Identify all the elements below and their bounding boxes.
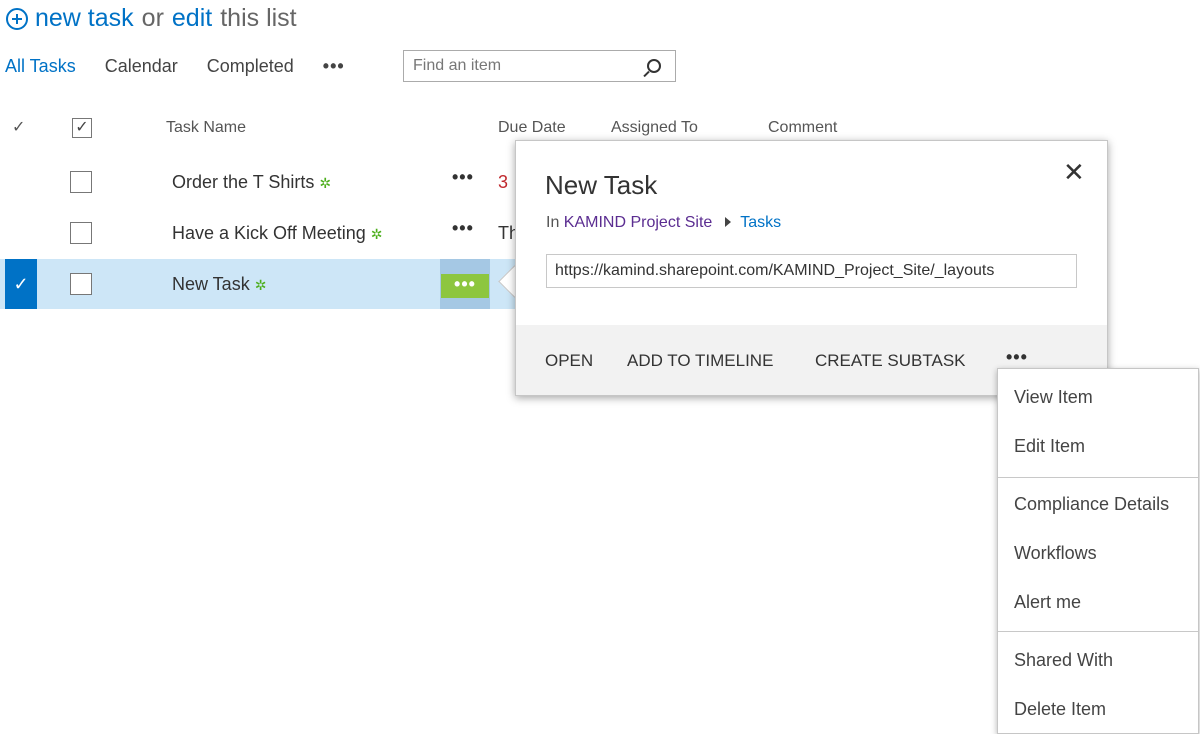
item-select-header: ✓ xyxy=(12,119,26,136)
row-selected-check-icon[interactable]: ✓ xyxy=(5,259,37,309)
new-item-icon: ✲ xyxy=(319,175,332,191)
column-comment[interactable]: Comment xyxy=(768,119,837,137)
view-all-tasks[interactable]: All Tasks xyxy=(5,56,76,77)
task-title-link[interactable]: New Task xyxy=(172,274,250,294)
search-icon[interactable] xyxy=(647,59,661,73)
url-field[interactable]: https://kamind.sharepoint.com/KAMIND_Pro… xyxy=(546,254,1077,288)
view-selector: All Tasks Calendar Completed ••• xyxy=(5,56,345,77)
new-item-icon: ✲ xyxy=(370,226,383,242)
context-menu: View Item Edit Item Compliance Details W… xyxy=(997,368,1199,734)
create-subtask-button[interactable]: CREATE SUBTASK xyxy=(815,351,966,371)
site-link[interactable]: KAMIND Project Site xyxy=(564,214,712,231)
new-item-icon: ✲ xyxy=(254,277,267,293)
due-date-value: 3 xyxy=(498,172,509,192)
column-due-date[interactable]: Due Date xyxy=(498,119,566,137)
select-all-checkbox[interactable]: ✓ xyxy=(72,118,92,138)
new-task-link[interactable]: new task xyxy=(35,4,134,33)
row-checkbox[interactable] xyxy=(70,222,92,244)
menu-item-workflows[interactable]: Workflows xyxy=(1014,543,1097,564)
row-menu-button-active[interactable]: ••• xyxy=(440,259,490,309)
add-icon[interactable] xyxy=(6,7,28,30)
list-link[interactable]: Tasks xyxy=(740,214,781,231)
menu-item-shared-with[interactable]: Shared With xyxy=(1014,650,1113,671)
menu-item-view-item[interactable]: View Item xyxy=(1014,387,1093,408)
edit-list-link[interactable]: edit xyxy=(172,4,212,33)
table-row[interactable]: Order the T Shirts ✲ ••• 3 xyxy=(0,157,515,207)
task-title-link[interactable]: Order the T Shirts xyxy=(172,172,314,192)
close-icon[interactable]: ✕ xyxy=(1063,157,1085,188)
row-menu-button[interactable]: ••• xyxy=(452,218,474,239)
row-checkbox[interactable] xyxy=(70,273,92,295)
ellipsis-icon[interactable]: ••• xyxy=(441,274,489,298)
column-task-name[interactable]: Task Name xyxy=(166,119,246,137)
task-title-link[interactable]: Have a Kick Off Meeting xyxy=(172,223,366,243)
in-label: In xyxy=(546,214,560,231)
or-text: or xyxy=(141,4,164,32)
item-callout: New Task ✕ In KAMIND Project Site Tasks h… xyxy=(515,140,1108,396)
menu-item-delete-item[interactable]: Delete Item xyxy=(1014,699,1106,720)
table-row[interactable]: Have a Kick Off Meeting ✲ ••• Th xyxy=(0,208,519,258)
column-assigned-to[interactable]: Assigned To xyxy=(611,119,698,137)
add-to-timeline-button[interactable]: ADD TO TIMELINE xyxy=(627,351,773,371)
more-actions-button[interactable]: ••• xyxy=(1006,347,1028,368)
more-views-button[interactable]: ••• xyxy=(323,56,345,77)
row-menu-button[interactable]: ••• xyxy=(452,167,474,188)
view-calendar[interactable]: Calendar xyxy=(105,56,178,77)
menu-divider xyxy=(998,631,1198,632)
breadcrumb-arrow-icon xyxy=(725,217,732,227)
menu-divider xyxy=(998,477,1198,478)
open-button[interactable]: OPEN xyxy=(545,351,593,371)
new-task-bar: new task or edit this list xyxy=(6,4,297,33)
table-row-selected[interactable]: ✓ New Task ✲ ••• xyxy=(0,259,515,309)
callout-title: New Task xyxy=(545,170,658,200)
row-checkbox[interactable] xyxy=(70,171,92,193)
menu-item-alert-me[interactable]: Alert me xyxy=(1014,592,1081,613)
search-box[interactable]: Find an item xyxy=(403,50,676,82)
this-list-text: this list xyxy=(220,4,297,32)
view-completed[interactable]: Completed xyxy=(207,56,294,77)
menu-item-edit-item[interactable]: Edit Item xyxy=(1014,436,1085,457)
search-input[interactable]: Find an item xyxy=(404,57,647,75)
menu-item-compliance-details[interactable]: Compliance Details xyxy=(1014,494,1169,515)
callout-location: In KAMIND Project Site Tasks xyxy=(546,214,781,232)
